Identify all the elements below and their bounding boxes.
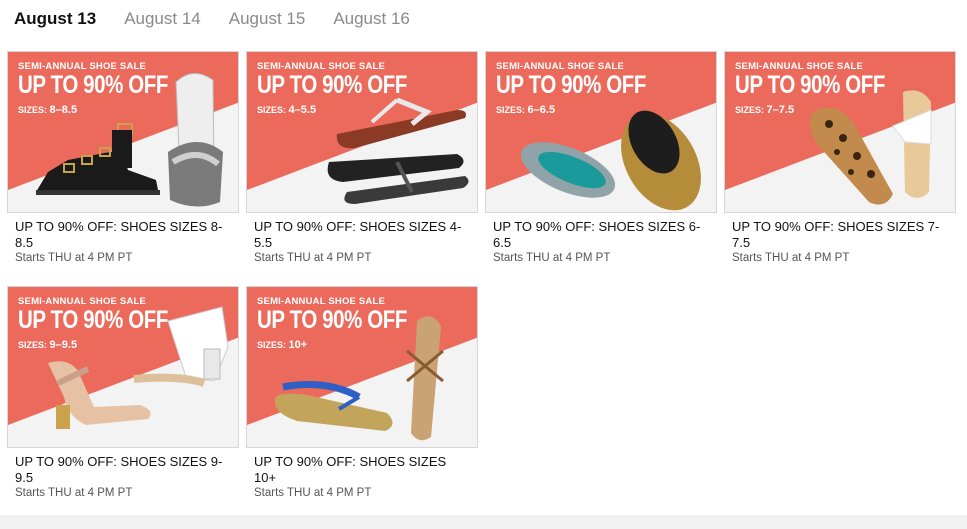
tab-august-15[interactable]: August 15	[229, 9, 306, 29]
sale-card-image[interactable]: SEMI-ANNUAL SHOE SALE UP TO 90% OFF SIZE…	[724, 51, 956, 213]
sale-card-image[interactable]: SEMI-ANNUAL SHOE SALE UP TO 90% OFF SIZE…	[485, 51, 717, 213]
tab-august-13[interactable]: August 13	[14, 9, 96, 29]
banner-sizes: SIZES: 8–8.5	[18, 104, 78, 116]
sale-start-time: Starts THU at 4 PM PT	[254, 252, 372, 264]
tab-august-16[interactable]: August 16	[333, 9, 410, 29]
sale-start-time: Starts THU at 4 PM PT	[732, 252, 850, 264]
banner-sizes: SIZES: 10+	[257, 339, 308, 351]
sale-start-time: Starts THU at 4 PM PT	[15, 252, 133, 264]
sale-start-time: Starts THU at 4 PM PT	[254, 487, 372, 499]
sale-start-time: Starts THU at 4 PM PT	[15, 487, 133, 499]
sale-card[interactable]: SEMI-ANNUAL SHOE SALE UP TO 90% OFF SIZE…	[7, 51, 239, 264]
sale-card-image[interactable]: SEMI-ANNUAL SHOE SALE UP TO 90% OFF SIZE…	[246, 286, 478, 448]
banner-headline: UP TO 90% OFF	[735, 71, 885, 99]
sale-title[interactable]: UP TO 90% OFF: SHOES SIZES 10+	[246, 454, 478, 486]
sale-title[interactable]: UP TO 90% OFF: SHOES SIZES 7- 7.5	[724, 219, 956, 251]
banner-sizes: SIZES: 7–7.5	[735, 104, 795, 116]
sale-card[interactable]: SEMI-ANNUAL SHOE SALE UP TO 90% OFF SIZE…	[485, 51, 717, 264]
banner-headline: UP TO 90% OFF	[18, 306, 168, 334]
banner-sizes: SIZES: 4–5.5	[257, 104, 317, 116]
sale-card[interactable]: SEMI-ANNUAL SHOE SALE UP TO 90% OFF SIZE…	[7, 286, 239, 499]
sale-card-image[interactable]: SEMI-ANNUAL SHOE SALE UP TO 90% OFF SIZE…	[7, 286, 239, 448]
sale-card[interactable]: SEMI-ANNUAL SHOE SALE UP TO 90% OFF SIZE…	[724, 51, 956, 264]
sale-card[interactable]: SEMI-ANNUAL SHOE SALE UP TO 90% OFF SIZE…	[246, 286, 478, 499]
sale-title[interactable]: UP TO 90% OFF: SHOES SIZES 6- 6.5	[485, 219, 717, 251]
banner-headline: UP TO 90% OFF	[257, 306, 407, 334]
sale-title[interactable]: UP TO 90% OFF: SHOES SIZES 9- 9.5	[7, 454, 239, 486]
banner-sizes: SIZES: 9–9.5	[18, 339, 78, 351]
sale-card-image[interactable]: SEMI-ANNUAL SHOE SALE UP TO 90% OFF SIZE…	[246, 51, 478, 213]
sale-start-time: Starts THU at 4 PM PT	[493, 252, 611, 264]
sale-card-image[interactable]: SEMI-ANNUAL SHOE SALE UP TO 90% OFF SIZE…	[7, 51, 239, 213]
banner-headline: UP TO 90% OFF	[496, 71, 646, 99]
banner-headline: UP TO 90% OFF	[18, 71, 168, 99]
date-tabs: August 13 August 14 August 15 August 16	[14, 9, 438, 31]
page-footer-strip	[0, 515, 967, 529]
banner-sizes: SIZES: 6–6.5	[496, 104, 556, 116]
banner-headline: UP TO 90% OFF	[257, 71, 407, 99]
sale-title[interactable]: UP TO 90% OFF: SHOES SIZES 8- 8.5	[7, 219, 239, 251]
sale-title[interactable]: UP TO 90% OFF: SHOES SIZES 4- 5.5	[246, 219, 478, 251]
sale-card[interactable]: SEMI-ANNUAL SHOE SALE UP TO 90% OFF SIZE…	[246, 51, 478, 264]
tab-august-14[interactable]: August 14	[124, 9, 201, 29]
